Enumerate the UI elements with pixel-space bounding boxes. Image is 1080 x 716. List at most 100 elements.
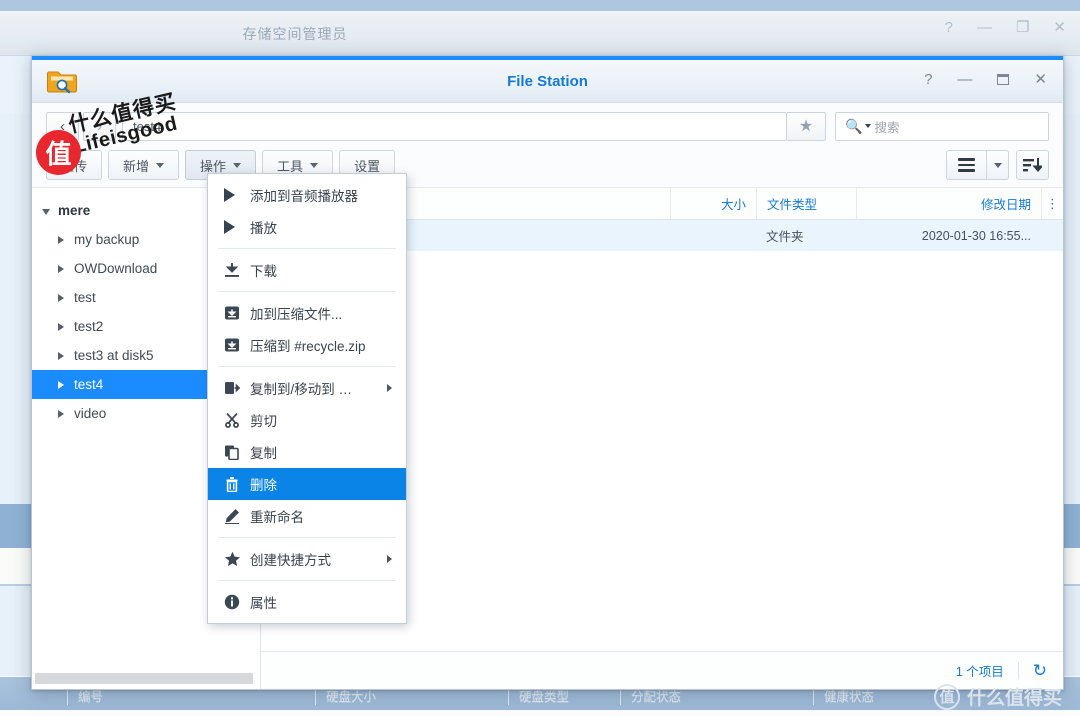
file-station-window: File Station ? — ✕ ‹ › test4 ★ 🔍 搜索 上传 新… xyxy=(31,55,1064,690)
menu-item-label: 添加到音频播放器 xyxy=(250,189,358,204)
chevron-right-icon[interactable] xyxy=(58,348,74,363)
item-count-label: 1 个项目 xyxy=(955,665,1004,679)
scissors-icon xyxy=(224,412,248,428)
background-restore-icon[interactable]: ❐ xyxy=(1016,20,1029,35)
sort-descending-icon[interactable] xyxy=(1016,150,1049,180)
toolbar-right-group xyxy=(946,150,1049,180)
sidebar-horizontal-scrollbar[interactable] xyxy=(35,673,253,684)
background-window-topstrip-inner xyxy=(0,0,1080,11)
dots-vertical-glyph: ⋮ xyxy=(1046,196,1059,211)
sidebar-item-label: test2 xyxy=(74,319,104,334)
background-minimize-icon[interactable]: — xyxy=(977,20,992,35)
pencil-icon xyxy=(224,508,248,524)
chevron-down-icon xyxy=(310,162,319,168)
path-input[interactable]: test4 xyxy=(122,111,787,141)
menu-item-add-to-audio-player[interactable]: 添加到音频播放器 xyxy=(208,179,406,211)
menu-item-label: 剪切 xyxy=(250,414,277,429)
back-button[interactable]: ‹ xyxy=(46,111,79,141)
chevron-right-icon[interactable] xyxy=(58,232,74,247)
menu-item-delete[interactable]: 删除 xyxy=(208,468,406,500)
sidebar-item-label: test4 xyxy=(74,377,104,392)
archive-icon xyxy=(224,305,248,321)
file-station-titlebar[interactable]: File Station ? — ✕ xyxy=(32,60,1063,103)
help-icon[interactable]: ? xyxy=(924,72,932,87)
menu-item-label: 加到压缩文件... xyxy=(250,307,343,322)
submenu-arrow-icon xyxy=(387,555,392,563)
menu-item-play[interactable]: 播放 xyxy=(208,211,406,243)
menu-item-copy[interactable]: 复制 xyxy=(208,436,406,468)
new-label: 新增 xyxy=(123,158,150,174)
menu-item-label: 压缩到 #recycle.zip xyxy=(250,339,366,354)
search-input[interactable]: 🔍 搜索 xyxy=(835,111,1049,141)
menu-item-label: 复制 xyxy=(250,446,277,461)
background-bottom-edge xyxy=(0,710,1080,716)
chevron-right-icon[interactable] xyxy=(58,319,74,334)
background-close-icon[interactable]: ✕ xyxy=(1053,20,1066,35)
archive-icon xyxy=(224,337,248,353)
chevron-down-icon[interactable] xyxy=(42,203,58,218)
chevron-right-icon[interactable] xyxy=(58,406,74,421)
tools-label: 工具 xyxy=(277,158,304,174)
action-label: 操作 xyxy=(200,158,227,174)
cell-type: 文件夹 xyxy=(766,230,804,244)
trash-icon xyxy=(224,476,248,492)
background-window-controls[interactable]: ? — ❐ ✕ xyxy=(945,20,1066,35)
menu-item-add-to-archive[interactable]: 加到压缩文件... xyxy=(208,297,406,329)
menu-item-label: 重新命名 xyxy=(250,510,304,525)
menu-item-copy-move-to[interactable]: 复制到/移动到 … xyxy=(208,372,406,404)
chevron-right-icon[interactable] xyxy=(58,261,74,276)
menu-divider xyxy=(218,366,396,367)
background-window-topstrip xyxy=(0,0,1080,11)
status-bar: 1 个项目 ↻ xyxy=(261,651,1063,689)
menu-item-properties[interactable]: 属性 xyxy=(208,586,406,618)
download-icon xyxy=(224,262,248,278)
action-context-menu: 添加到音频播放器 播放 下载 加到压缩文件... 压缩到 #recycle.zi… xyxy=(207,173,407,624)
menu-item-compress-to-recycle-zip[interactable]: 压缩到 #recycle.zip xyxy=(208,329,406,361)
copy-icon xyxy=(224,444,248,460)
play-icon xyxy=(224,220,248,234)
chevron-down-icon xyxy=(156,162,165,168)
toolbar: 上传 新增 操作 工具 设置 xyxy=(32,143,1063,187)
cell-date: 2020-01-30 16:55... xyxy=(921,228,1031,243)
status-divider xyxy=(1017,662,1019,679)
search-chevron-down-icon[interactable] xyxy=(865,124,872,128)
sidebar-item-label: mere xyxy=(58,203,91,218)
column-options-icon[interactable]: ⋮ xyxy=(1041,188,1063,219)
column-header-date[interactable]: 修改日期 xyxy=(856,188,1041,219)
favorite-star-icon[interactable]: ★ xyxy=(787,111,826,141)
upload-button[interactable]: 上传 xyxy=(46,150,103,180)
menu-item-create-shortcut[interactable]: 创建快捷方式 xyxy=(208,543,406,575)
copy-move-icon xyxy=(224,380,248,396)
chevron-right-icon[interactable] xyxy=(58,377,74,392)
menu-divider xyxy=(218,248,396,249)
cell-more xyxy=(1041,220,1063,251)
menu-divider xyxy=(218,291,396,292)
navigation-row: ‹ › test4 ★ 🔍 搜索 xyxy=(32,103,1063,143)
main-area: mere my backup OWDownload test test2 tes… xyxy=(32,187,1063,689)
view-chevron-down-icon[interactable] xyxy=(987,150,1009,180)
file-station-window-controls[interactable]: ? — ✕ xyxy=(924,72,1047,87)
play-icon xyxy=(224,188,248,202)
menu-item-label: 创建快捷方式 xyxy=(250,553,331,568)
minimize-icon[interactable]: — xyxy=(957,72,972,87)
search-icon: 🔍 xyxy=(845,117,863,134)
background-help-icon[interactable]: ? xyxy=(945,20,953,35)
chevron-right-icon[interactable] xyxy=(58,290,74,305)
column-header-size[interactable]: 大小 xyxy=(670,188,756,219)
menu-item-rename[interactable]: 重新命名 xyxy=(208,500,406,532)
list-view-icon[interactable] xyxy=(946,150,987,180)
chevron-down-glyph xyxy=(993,162,1002,168)
menu-item-cut[interactable]: 剪切 xyxy=(208,404,406,436)
column-header-type[interactable]: 文件类型 xyxy=(756,188,856,219)
submenu-arrow-icon xyxy=(387,384,392,392)
new-button[interactable]: 新增 xyxy=(108,150,180,180)
menu-item-download[interactable]: 下载 xyxy=(208,254,406,286)
forward-button[interactable]: › xyxy=(83,111,116,141)
star-icon xyxy=(224,551,248,567)
close-icon[interactable]: ✕ xyxy=(1034,72,1047,87)
maximize-icon[interactable] xyxy=(997,74,1010,85)
sidebar-item-label: video xyxy=(74,406,107,421)
refresh-icon[interactable]: ↻ xyxy=(1033,662,1047,679)
menu-item-label: 复制到/移动到 … xyxy=(250,382,353,397)
menu-item-label: 播放 xyxy=(250,221,277,236)
